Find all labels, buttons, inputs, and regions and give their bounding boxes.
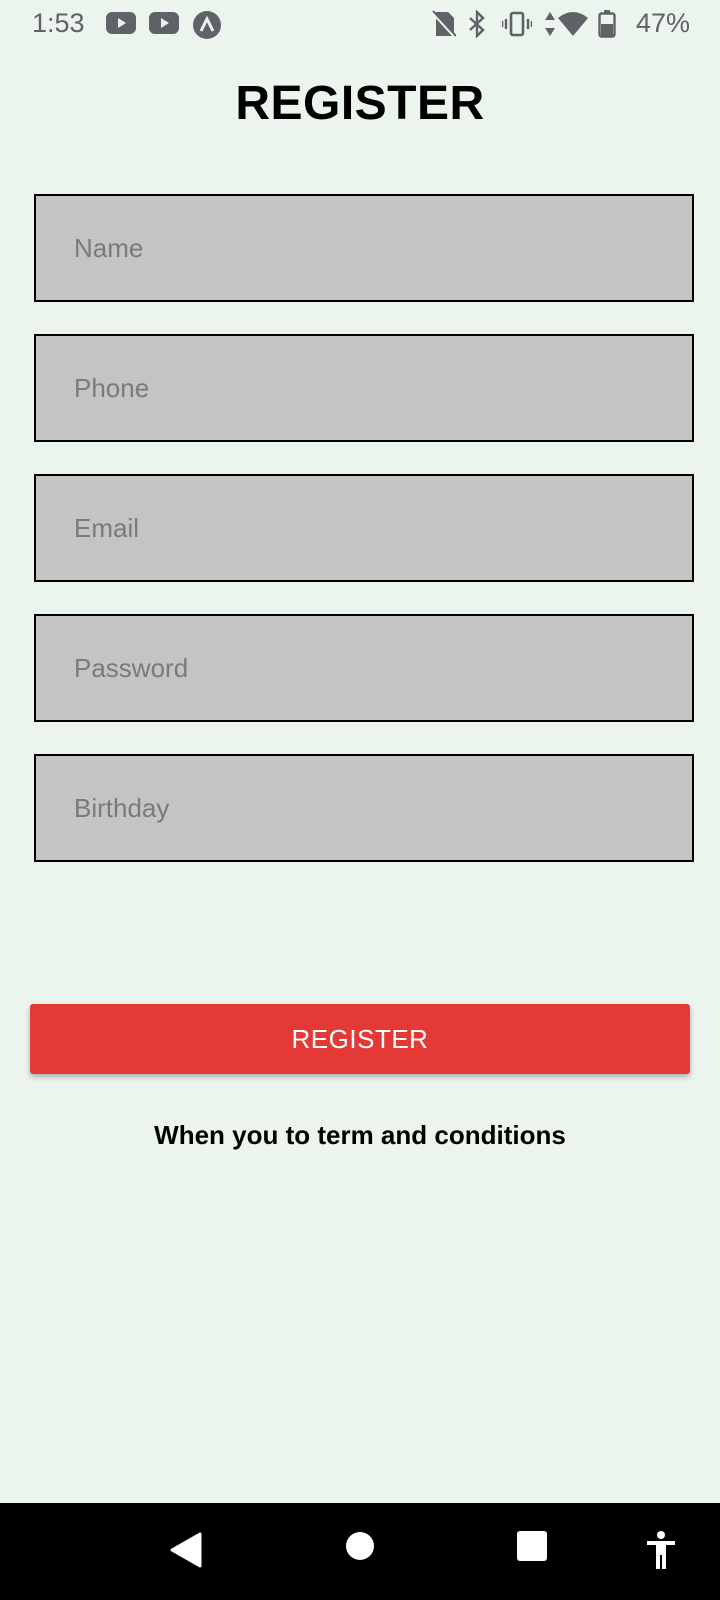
name-field[interactable]: [34, 194, 694, 302]
register-button[interactable]: REGISTER: [30, 1004, 690, 1074]
battery-percentage: 47%: [636, 8, 691, 38]
battery-icon: [598, 10, 616, 38]
accessibility-icon[interactable]: [645, 1531, 677, 1569]
vibrate-icon: [502, 11, 532, 37]
data-arrows-icon: [545, 12, 555, 36]
phone-field[interactable]: [34, 334, 694, 442]
status-time: 1:53: [32, 8, 85, 38]
terms-text: When you to term and conditions: [154, 1120, 566, 1150]
register-screen: 1:53 47% REGISTER Name Phone Email Birth…: [0, 0, 720, 1600]
navigation-bar: [0, 1503, 720, 1600]
recents-icon[interactable]: [517, 1531, 547, 1561]
back-icon[interactable]: [170, 1531, 204, 1569]
bluetooth-icon: [469, 10, 485, 38]
app-notification-icon: [193, 11, 221, 39]
youtube-icon: [106, 12, 136, 34]
page-title: REGISTER: [235, 77, 485, 130]
email-field[interactable]: [34, 474, 694, 582]
birthday-field[interactable]: [34, 754, 694, 862]
status-bar: 1:53 47%: [0, 0, 720, 48]
no-sim-icon: [430, 10, 456, 38]
wifi-icon: [558, 12, 588, 36]
home-icon[interactable]: [345, 1531, 375, 1561]
password-field[interactable]: [34, 614, 694, 722]
youtube-icon: [149, 12, 179, 34]
